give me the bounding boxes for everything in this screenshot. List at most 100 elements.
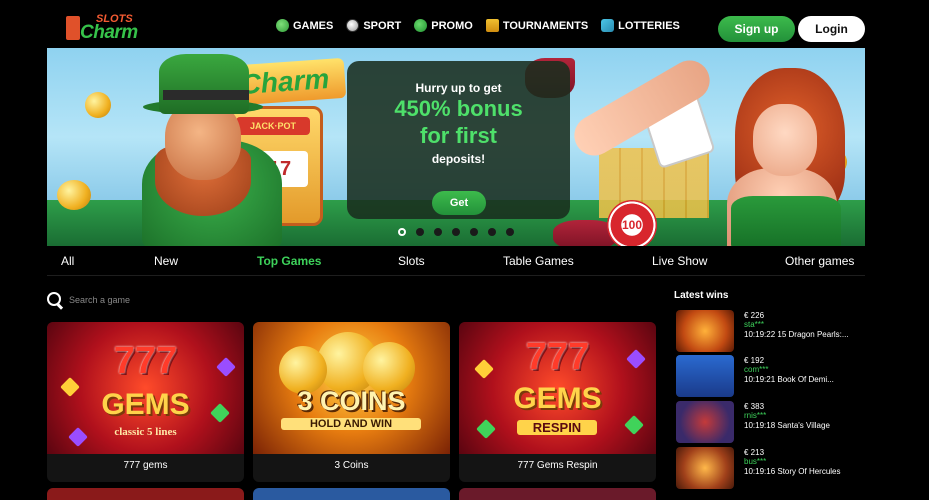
carousel-dot[interactable]	[470, 228, 478, 236]
game-art-title: 777	[525, 336, 590, 378]
tab-other-games[interactable]: Other games	[785, 254, 854, 268]
tab-table-games[interactable]: Table Games	[503, 254, 574, 268]
site-logo[interactable]: SLOTS Charm	[66, 13, 146, 43]
carousel-dots	[398, 228, 514, 236]
latest-win-item[interactable]: € 383 rnis*** 10:19:18 Santa's Village	[674, 401, 874, 443]
game-search	[47, 290, 247, 310]
main-nav: GAMES SPORT PROMO TOURNAMENTS LOTTERIES	[276, 19, 680, 32]
promo-line4: deposits!	[431, 152, 486, 166]
win-game: Book Of Demi...	[777, 375, 834, 384]
tab-live-show[interactable]: Live Show	[652, 254, 707, 268]
win-amount: € 192	[744, 356, 765, 365]
tab-slots[interactable]: Slots	[398, 254, 425, 268]
carousel-dot[interactable]	[506, 228, 514, 236]
signup-button[interactable]: Sign up	[718, 16, 795, 42]
win-game-thumbnail	[676, 447, 734, 489]
promo-banner[interactable]: Charm JACK·POT 777 100 Hurry up to get 4…	[47, 48, 865, 246]
coin-icon	[57, 180, 91, 210]
tab-all[interactable]: All	[61, 254, 74, 268]
latest-wins-title: Latest wins	[674, 290, 729, 301]
game-thumbnail: 777 GEMS classic 5 lines	[47, 322, 244, 454]
nav-sport-label: SPORT	[363, 19, 402, 32]
win-time: 10:19:16	[744, 467, 776, 476]
category-tabs: All New Top Games Slots Table Games Live…	[47, 246, 865, 276]
win-game: Story Of Hercules	[777, 467, 841, 476]
win-user: rnis***	[744, 411, 767, 420]
promo-bonus: 450% bonus	[394, 96, 523, 121]
win-time: 10:19:18	[744, 421, 776, 430]
win-user: sta***	[744, 320, 765, 329]
win-game-thumbnail	[676, 310, 734, 352]
win-detail: 10:19:21 Book Of Demi...	[744, 375, 834, 384]
game-title: 777 gems	[123, 460, 168, 471]
game-art-title: 3 COINS	[297, 386, 406, 416]
win-game-thumbnail	[676, 401, 734, 443]
dice-icon	[276, 19, 289, 32]
game-thumbnail: 3 COINS HOLD AND WIN	[253, 322, 450, 454]
logo-badge-icon	[66, 16, 80, 40]
search-input[interactable]	[69, 295, 219, 305]
game-card-777-gems-respin[interactable]: 777 GEMS RESPIN 777 Gems Respin	[459, 322, 656, 482]
girl-face	[753, 104, 817, 176]
casino-chip-icon: 100	[607, 200, 657, 246]
promo-line1: Hurry up to get	[415, 81, 502, 95]
game-art-tagline: RESPIN	[517, 420, 597, 435]
logo-charm-text: Charm	[80, 22, 138, 43]
game-card-partial[interactable]	[459, 488, 656, 500]
game-art-tagline: classic 5 lines	[114, 426, 177, 438]
win-user: bus***	[744, 457, 767, 466]
nav-lotteries[interactable]: LOTTERIES	[601, 19, 680, 32]
crown-icon	[485, 19, 499, 32]
game-card-777-gems[interactable]: 777 GEMS classic 5 lines 777 gems	[47, 322, 244, 482]
win-game: Santa's Village	[777, 421, 830, 430]
win-game: 15 Dragon Pearls:...	[777, 330, 849, 339]
nav-games[interactable]: GAMES	[276, 19, 333, 32]
game-art-title: 777	[113, 340, 178, 382]
nav-sport[interactable]: SPORT	[346, 19, 401, 32]
get-bonus-button[interactable]: Get	[432, 191, 486, 215]
leprechaun-hat-band	[163, 90, 249, 100]
game-card-partial[interactable]	[253, 488, 450, 500]
game-art-subtitle: GEMS	[101, 388, 190, 421]
nav-tournaments-label: TOURNAMENTS	[502, 19, 589, 32]
game-art-subtitle: GEMS	[513, 382, 602, 415]
win-amount: € 383	[744, 402, 765, 411]
win-game-thumbnail	[676, 355, 734, 397]
game-card-3-coins[interactable]: 3 COINS HOLD AND WIN 3 Coins	[253, 322, 450, 482]
gem-icon	[476, 419, 496, 439]
carousel-dot[interactable]	[488, 228, 496, 236]
nav-games-label: GAMES	[293, 19, 334, 32]
girl-dress	[731, 196, 841, 246]
tab-new[interactable]: New	[154, 254, 178, 268]
latest-win-item[interactable]: € 226 sta*** 10:19:22 15 Dragon Pearls:.…	[674, 310, 874, 352]
coin-icon	[85, 92, 111, 118]
soccer-ball-icon	[346, 19, 360, 32]
promo-line3: for first	[420, 123, 497, 148]
slot-jackpot-label: JACK·POT	[236, 117, 310, 135]
win-detail: 10:19:22 15 Dragon Pearls:...	[744, 330, 849, 339]
game-thumbnail: 777 GEMS RESPIN	[459, 322, 656, 454]
nav-promo[interactable]: PROMO	[414, 19, 473, 32]
win-user: com***	[744, 365, 769, 374]
game-title: 777 Gems Respin	[517, 460, 598, 471]
game-title: 3 Coins	[334, 460, 369, 471]
carousel-dot[interactable]	[416, 228, 424, 236]
game-card-partial[interactable]	[47, 488, 244, 500]
header: SLOTS Charm GAMES SPORT PROMO TOURNAMENT…	[0, 0, 929, 48]
nav-promo-label: PROMO	[431, 19, 473, 32]
leprechaun-hat	[159, 54, 249, 114]
search-icon[interactable]	[47, 292, 63, 308]
latest-win-item[interactable]: € 213 bus*** 10:19:16 Story Of Hercules	[674, 447, 874, 489]
nav-lotteries-label: LOTTERIES	[618, 19, 680, 32]
game-art-subtitle: HOLD AND WIN	[281, 418, 421, 430]
carousel-dot[interactable]	[398, 228, 406, 236]
carousel-dot[interactable]	[452, 228, 460, 236]
nav-tournaments[interactable]: TOURNAMENTS	[485, 19, 589, 32]
login-button[interactable]: Login	[798, 16, 865, 42]
win-detail: 10:19:18 Santa's Village	[744, 421, 830, 430]
latest-win-item[interactable]: € 192 com*** 10:19:21 Book Of Demi...	[674, 355, 874, 397]
carousel-dot[interactable]	[434, 228, 442, 236]
win-time: 10:19:22	[744, 330, 776, 339]
tab-top-games[interactable]: Top Games	[257, 254, 321, 268]
win-detail: 10:19:16 Story Of Hercules	[744, 467, 841, 476]
